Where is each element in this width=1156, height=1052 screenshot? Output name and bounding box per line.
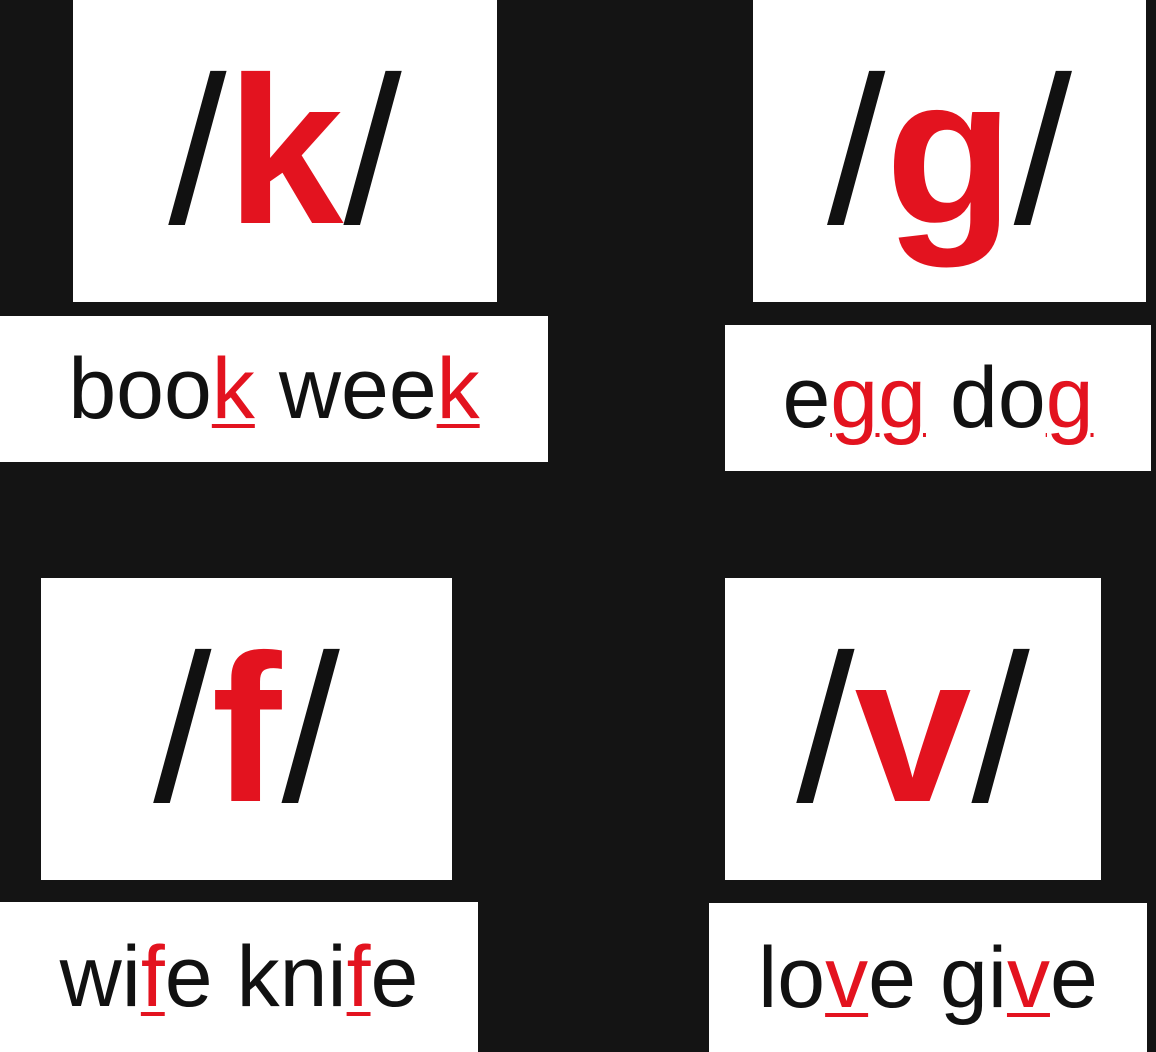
example-word: wife — [60, 929, 213, 1025]
highlighted-letters: f — [140, 929, 165, 1025]
phoneme-card-f: / f / — [41, 578, 452, 880]
highlighted-letters: gg — [830, 350, 926, 446]
phoneme-card-v: / v / — [725, 578, 1101, 880]
slash-open: / — [153, 611, 212, 846]
phoneme-letter: v — [854, 611, 972, 846]
word-part: wee — [278, 341, 437, 437]
slash-close: / — [281, 611, 340, 846]
slash-close: / — [971, 611, 1030, 846]
word-part: e — [868, 929, 916, 1026]
word-part: lo — [758, 929, 826, 1026]
highlighted-letters: k — [436, 341, 480, 437]
highlighted-letters: v — [1006, 929, 1050, 1026]
phonics-slide: / k / book week / g / egg dog / f / wife knife / v… — [0, 0, 1156, 1052]
example-word: give — [940, 930, 1098, 1026]
slash-close: / — [343, 33, 402, 268]
phoneme-letter: k — [226, 33, 344, 268]
word-part: wi — [59, 929, 141, 1025]
word-part: boo — [68, 341, 212, 437]
example-word: egg — [782, 350, 926, 446]
phoneme-symbol-g: / g / — [827, 46, 1072, 256]
slash-open: / — [796, 611, 855, 846]
example-words-card-g: egg dog — [725, 325, 1151, 471]
highlighted-letters: g — [1045, 350, 1094, 446]
word-part: e — [164, 929, 213, 1025]
example-words-card-k: book week — [0, 316, 548, 462]
phoneme-card-k: / k / — [73, 0, 497, 302]
example-words: egg dog — [782, 355, 1093, 441]
example-words: book week — [68, 346, 479, 432]
example-word: week — [279, 341, 480, 437]
word-part: kni — [236, 929, 347, 1025]
phoneme-symbol-v: / v / — [796, 624, 1030, 834]
example-word: knife — [237, 929, 419, 1025]
word-part: e — [370, 929, 419, 1025]
phoneme-card-g: / g / — [753, 0, 1146, 302]
example-word: dog — [950, 350, 1094, 446]
highlighted-letters: f — [346, 929, 371, 1025]
highlighted-letters: v — [825, 929, 869, 1026]
phoneme-symbol-k: / k / — [168, 46, 402, 256]
slash-open: / — [168, 33, 227, 268]
word-part: do — [950, 350, 1046, 446]
example-words: love give — [758, 935, 1098, 1021]
slash-close: / — [1013, 33, 1072, 268]
phoneme-letter: g — [885, 33, 1014, 268]
word-part: gi — [940, 929, 1007, 1026]
example-word: love — [758, 930, 916, 1026]
phoneme-letter: f — [211, 611, 282, 846]
word-part: e — [782, 350, 831, 446]
highlighted-letters: k — [211, 341, 255, 437]
word-part: e — [1049, 929, 1098, 1026]
example-word: book — [68, 341, 255, 437]
example-words-card-v: love give — [709, 903, 1147, 1052]
phoneme-symbol-f: / f / — [153, 624, 340, 834]
example-words-card-f: wife knife — [0, 902, 478, 1052]
example-words: wife knife — [60, 934, 419, 1020]
slash-open: / — [827, 33, 886, 268]
